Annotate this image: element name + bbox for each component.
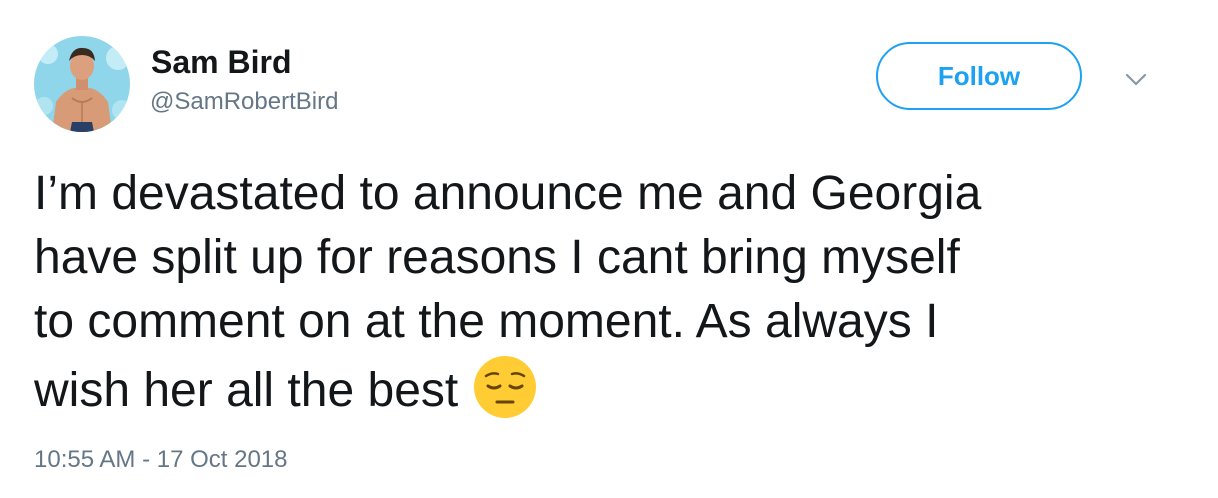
follow-button[interactable]: Follow [876, 42, 1082, 110]
display-name[interactable]: Sam Bird [151, 42, 291, 82]
tweet-line-last: wish her all the best [34, 354, 1184, 423]
avatar[interactable] [34, 36, 130, 132]
tweet-timestamp[interactable]: 10:55 AM - 17 Oct 2018 [34, 444, 288, 476]
chevron-down-icon[interactable] [1122, 70, 1150, 90]
avatar-photo [34, 36, 130, 132]
tweet-line: to comment on at the moment. As always I [34, 295, 939, 348]
tweet-line-text: wish her all the best [34, 364, 459, 417]
tweet-line: I’m devastated to announce me and Georgi… [34, 167, 982, 220]
tweet-line: have split up for reasons I cant bring m… [34, 231, 960, 284]
pensive-face-emoji-icon [472, 354, 538, 420]
user-handle[interactable]: @SamRobertBird [150, 86, 338, 118]
tweet-text: I’m devastated to announce me and Georgi… [34, 162, 1184, 423]
